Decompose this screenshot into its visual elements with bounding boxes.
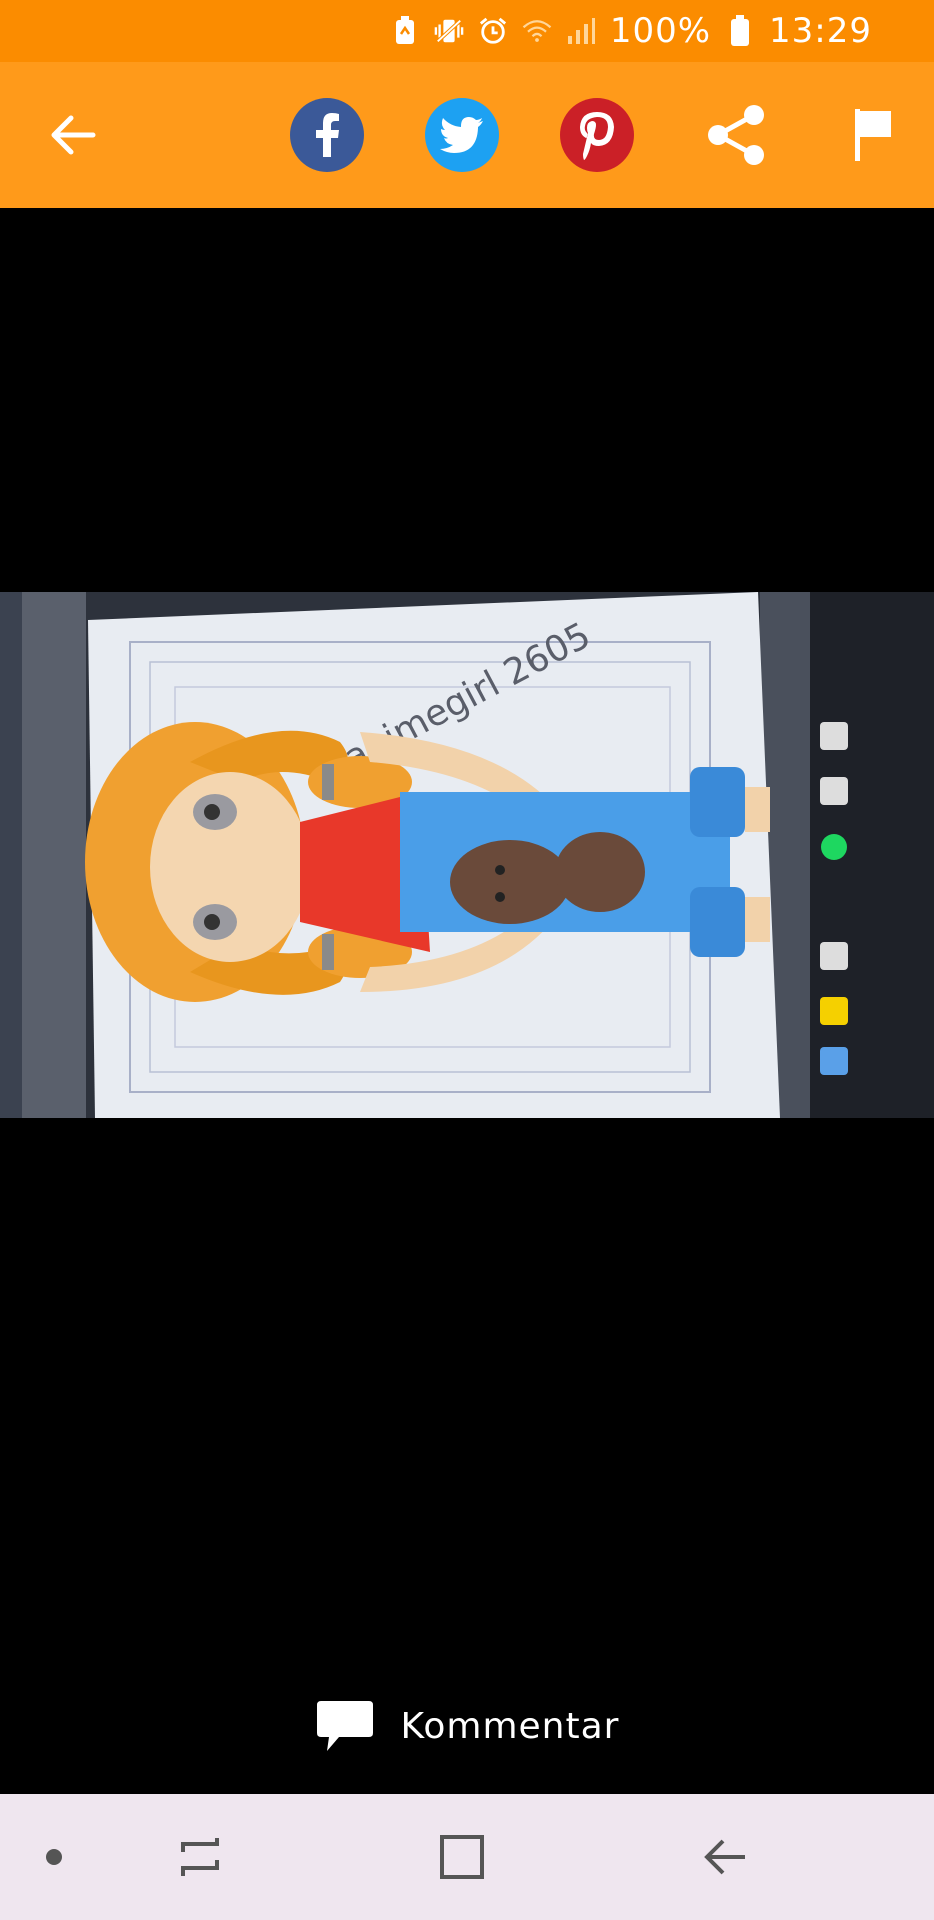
recent-apps-button[interactable]: [170, 1827, 230, 1887]
status-bar: 100% 13:29: [0, 0, 934, 62]
home-button[interactable]: [432, 1827, 492, 1887]
facebook-icon: [290, 98, 364, 172]
speech-bubble-icon: [316, 1701, 373, 1751]
clock: 13:29: [769, 11, 872, 51]
dot-icon: [46, 1849, 62, 1865]
report-button[interactable]: [836, 98, 910, 172]
facebook-share-button[interactable]: [290, 98, 364, 172]
battery-saver-icon: [390, 16, 420, 46]
back-arrow-icon: [51, 115, 96, 155]
image-viewer[interactable]: animegirl 2605: [0, 208, 934, 1794]
home-icon: [440, 1835, 484, 1879]
signal-icon: [566, 16, 596, 46]
recent-apps-icon: [181, 1838, 219, 1876]
share-icon: [708, 105, 764, 165]
system-back-button[interactable]: [695, 1827, 755, 1887]
back-icon: [704, 1839, 745, 1875]
alarm-icon: [478, 16, 508, 46]
comment-label: Kommentar: [400, 1705, 620, 1747]
system-nav-bar: [0, 1794, 934, 1920]
share-button[interactable]: [700, 98, 774, 172]
back-button[interactable]: [36, 98, 110, 172]
pinterest-share-button[interactable]: [560, 98, 634, 172]
twitter-share-button[interactable]: [425, 98, 499, 172]
app-bar: [0, 62, 934, 208]
posted-photo[interactable]: animegirl 2605: [0, 592, 934, 1118]
pinterest-icon: [560, 98, 634, 172]
wifi-icon: [522, 16, 552, 46]
comment-button[interactable]: Kommentar: [0, 1686, 934, 1766]
flag-icon: [855, 109, 891, 161]
battery-icon: [725, 15, 755, 46]
vibrate-icon: [434, 16, 464, 46]
nav-dot-button[interactable]: [24, 1827, 84, 1887]
battery-percent: 100%: [609, 11, 712, 51]
twitter-icon: [425, 98, 499, 172]
